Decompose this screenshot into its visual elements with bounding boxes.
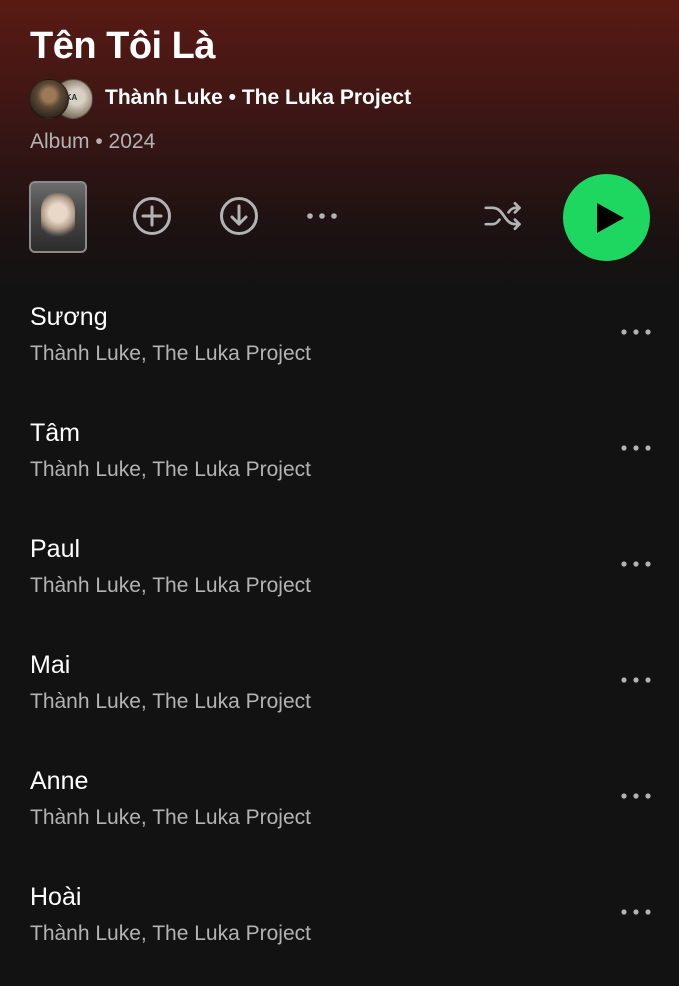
cover-image (41, 193, 75, 237)
track-row[interactable]: Mai Thành Luke, The Luka Project (0, 638, 679, 754)
track-title: Mai (30, 651, 71, 679)
more-icon[interactable] (616, 784, 656, 808)
more-icon[interactable] (616, 668, 656, 692)
track-row[interactable]: Hoài Thành Luke, The Luka Project (0, 870, 679, 986)
play-button[interactable] (563, 174, 650, 261)
album-meta: Album • 2024 (30, 130, 156, 153)
artist-avatars[interactable]: BKA (29, 78, 95, 119)
avatar[interactable] (29, 79, 69, 119)
artist-row[interactable]: BKA Thành Luke • The Luka Project (29, 78, 411, 119)
play-icon (597, 202, 624, 233)
album-artists[interactable]: Thành Luke • The Luka Project (105, 86, 411, 110)
download-icon[interactable] (219, 196, 259, 236)
track-row[interactable]: Paul Thành Luke, The Luka Project (0, 522, 679, 638)
track-title: Tâm (30, 419, 80, 447)
album-cover-thumbnail[interactable] (29, 181, 87, 253)
track-artists: Thành Luke, The Luka Project (30, 458, 311, 481)
track-title: Anne (30, 767, 89, 795)
track-row[interactable]: Anne Thành Luke, The Luka Project (0, 754, 679, 870)
track-artists: Thành Luke, The Luka Project (30, 922, 311, 945)
track-artists: Thành Luke, The Luka Project (30, 806, 311, 829)
track-artists: Thành Luke, The Luka Project (30, 574, 311, 597)
more-icon[interactable] (616, 436, 656, 460)
track-title: Paul (30, 535, 81, 563)
album-page: Tên Tôi Là BKA Thành Luke • The Luka Pro… (0, 0, 679, 982)
add-icon[interactable] (132, 196, 172, 236)
track-row[interactable]: Sương Thành Luke, The Luka Project (0, 290, 679, 406)
more-icon[interactable] (616, 900, 656, 924)
track-title: Sương (30, 303, 108, 331)
controls-bar (0, 172, 679, 262)
album-title: Tên Tôi Là (30, 25, 216, 67)
track-list: Sương Thành Luke, The Luka Project Tâm T… (0, 290, 679, 986)
track-title: Hoài (30, 883, 82, 911)
shuffle-icon[interactable] (484, 196, 524, 236)
track-artists: Thành Luke, The Luka Project (30, 690, 311, 713)
more-icon[interactable] (616, 552, 656, 576)
track-row[interactable]: Tâm Thành Luke, The Luka Project (0, 406, 679, 522)
track-artists: Thành Luke, The Luka Project (30, 342, 311, 365)
more-icon[interactable] (302, 196, 342, 236)
more-icon[interactable] (616, 320, 656, 344)
